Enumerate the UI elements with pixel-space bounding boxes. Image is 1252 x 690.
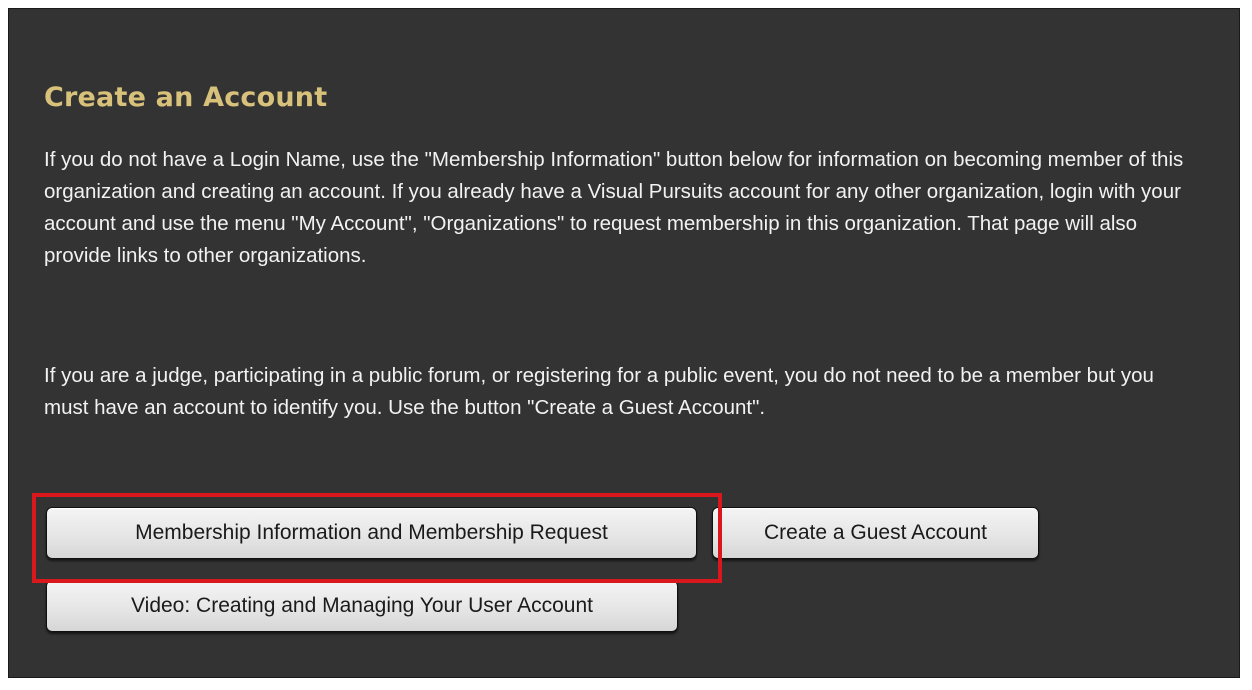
section-title: Create an Account [44, 82, 328, 113]
guest-account-paragraph: If you are a judge, participating in a p… [44, 364, 1154, 419]
video-user-account-button[interactable]: Video: Creating and Managing Your User A… [46, 580, 678, 632]
create-guest-account-button[interactable]: Create a Guest Account [712, 507, 1039, 559]
membership-info-paragraph: If you do not have a Login Name, use the… [44, 148, 1184, 267]
membership-request-button[interactable]: Membership Information and Membership Re… [46, 507, 697, 559]
